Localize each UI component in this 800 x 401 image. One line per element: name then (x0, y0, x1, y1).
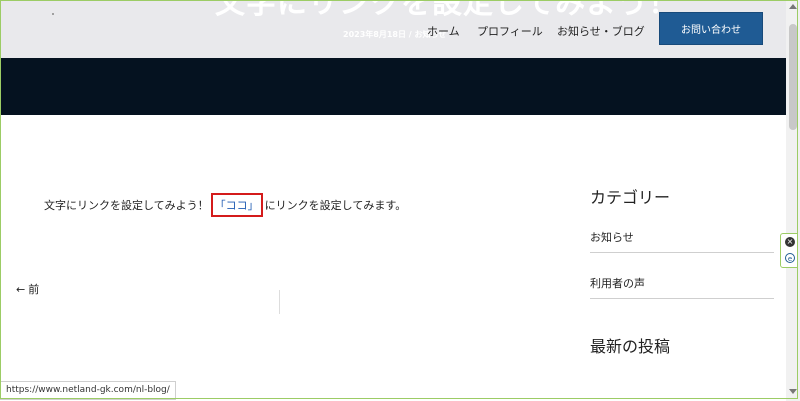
scroll-up-icon[interactable] (789, 4, 797, 9)
extension-logo-icon[interactable]: e (785, 253, 795, 263)
status-bar-url: https://www.netland-gk.com/nl-blog/ (0, 381, 176, 400)
post-body: 文字にリンクを設定してみよう！ 「ココ」 にリンクを設定してみます。 (44, 193, 406, 217)
prev-post-label: 前 (28, 283, 40, 296)
prev-post-link[interactable]: ← 前 (16, 281, 39, 297)
sidebar-categories-title: カテゴリー (590, 188, 671, 207)
site-header: 文字にリンクを設定してみよう！ 2023年8月18日 / お知らせ ホーム プロ… (0, 0, 786, 58)
sidebar-recent-title: 最新の投稿 (590, 337, 671, 356)
post-text-before: 文字にリンクを設定してみよう！ (44, 199, 209, 212)
sidebar-category-news[interactable]: お知らせ (590, 229, 774, 253)
post-nav-divider (279, 290, 280, 314)
vertical-scrollbar[interactable] (786, 0, 800, 401)
nav-home[interactable]: ホーム (427, 23, 460, 39)
post-text-after: にリンクを設定してみます。 (264, 199, 407, 212)
sidebar-category-voices[interactable]: 利用者の声 (590, 275, 774, 299)
arrow-left-icon: ← (16, 283, 26, 296)
nav-profile[interactable]: プロフィール (477, 23, 543, 39)
scroll-thumb[interactable] (789, 24, 797, 130)
close-icon[interactable]: × (785, 237, 795, 247)
scroll-down-icon[interactable] (789, 389, 797, 394)
site-logo[interactable] (52, 13, 54, 15)
hero-title: 文字にリンクを設定してみよう！ (215, 0, 680, 21)
contact-button[interactable]: お問い合わせ (659, 12, 763, 45)
hero-band (0, 58, 786, 115)
floating-widget: × e (780, 233, 798, 268)
post-link-koko[interactable]: 「ココ」 (210, 193, 263, 217)
nav-news-blog[interactable]: お知らせ・ブログ (557, 23, 645, 39)
